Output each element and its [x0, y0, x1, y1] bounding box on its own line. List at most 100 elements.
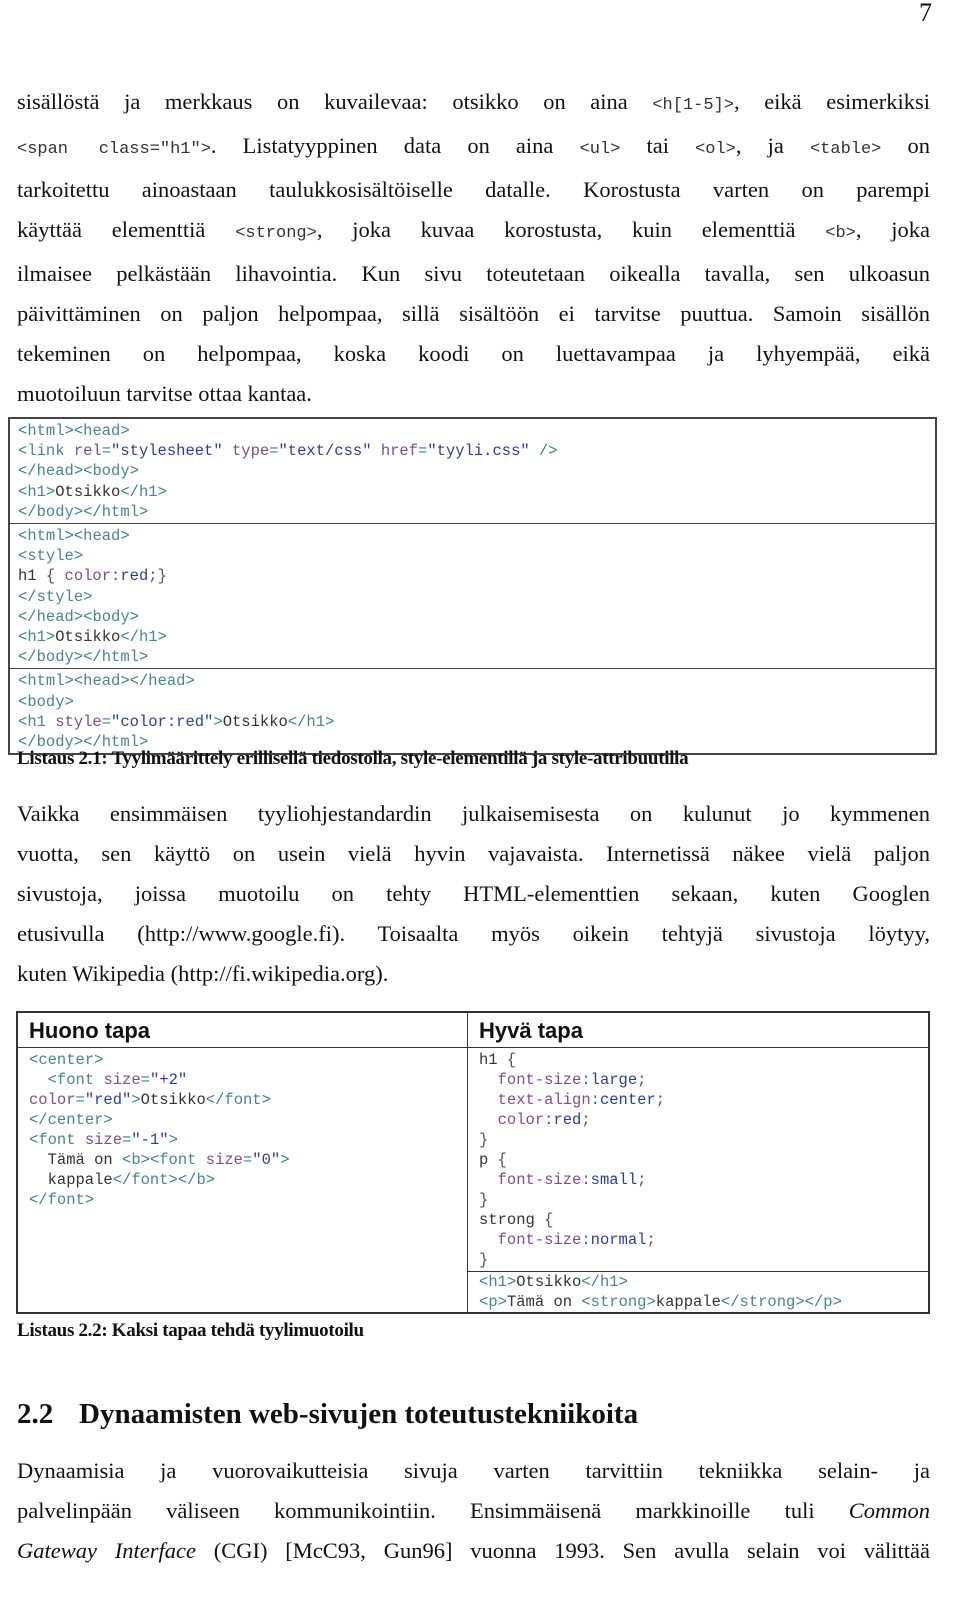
code-token-prop: color: [497, 1111, 545, 1129]
code-token-punc: ;: [637, 1171, 647, 1189]
code-token-tag: style: [36, 587, 84, 606]
section-heading: 2.2 Dynaamisten web-sivujen toteutustekni…: [17, 1394, 638, 1434]
code-token-br: <: [479, 1293, 489, 1311]
code-token-val: "color:red": [111, 712, 214, 731]
code-token-br: ><: [64, 672, 84, 691]
code-line: p {: [479, 1150, 928, 1170]
code-token-tag: strong: [590, 1293, 647, 1311]
code-line: <html><head>: [18, 526, 935, 546]
code-token-br: </: [18, 587, 37, 606]
text-run: on: [881, 133, 931, 158]
text-line: Vaikka ensimmäisen tyyliohjestandardin j…: [17, 794, 930, 834]
code-token-br: =: [242, 1151, 253, 1169]
code-token-br: <: [479, 1273, 489, 1291]
text-run: , joka: [855, 217, 930, 242]
code-line: color:red;: [479, 1110, 928, 1130]
code-token-br: >: [45, 628, 56, 647]
code-token-br: <: [29, 1051, 39, 1069]
code-line: <p>Tämä on <strong>kappale</strong></p>: [479, 1292, 928, 1312]
code-token-br: >: [120, 422, 130, 440]
code-token-br: >: [497, 1293, 507, 1311]
code-line: font-size:large;: [479, 1070, 928, 1090]
code-token-punc: ;}: [148, 567, 167, 586]
code-line: }: [479, 1250, 928, 1270]
code-token-tag: font: [224, 1091, 262, 1109]
code-token-br: </: [18, 462, 37, 481]
text-run: tai: [620, 133, 696, 158]
code-token-tag: h1: [138, 628, 158, 647]
code-token-br: >: [138, 648, 149, 667]
code-token-val: normal: [590, 1231, 647, 1249]
code-line: <h1 style="color:red">Otsikko</h1>: [18, 712, 935, 732]
code-line: <h1>Otsikko</h1>: [18, 627, 935, 647]
code-token-br: >: [84, 1191, 95, 1209]
text-run: käyttää elementtiä: [17, 217, 236, 242]
code-token-br: ><: [73, 462, 93, 481]
good-way-column: Hyvä tapa h1 { font-size:large; text-ali…: [468, 1013, 928, 1312]
code-token-val: "text/css": [278, 442, 381, 461]
code-token-attr: style: [55, 712, 102, 731]
code-token-txt: Otsikko: [222, 712, 288, 731]
code-line: </body></html>: [18, 647, 935, 667]
code-line: </body></html>: [18, 502, 935, 522]
text-run: (CGI) [McC93, Gun96] vuonna 1993. Sen av…: [195, 1538, 930, 1563]
code-token-tag: head: [83, 527, 121, 546]
code-token-br: </: [112, 1171, 132, 1189]
code-token-val: "-1": [131, 1131, 169, 1149]
code-token-tag: center: [38, 1051, 95, 1069]
code-token-br: >: [168, 1131, 178, 1149]
good-way-title: Hyvä tapa: [468, 1013, 928, 1048]
code-token-tag: head: [36, 462, 74, 481]
code-token-tag: h1: [27, 712, 56, 731]
code-token-val: center: [599, 1091, 656, 1109]
code-token-val: "red": [84, 1091, 132, 1109]
inline-code: <ol>: [695, 140, 736, 159]
code-token-txt: kappale: [655, 1293, 721, 1311]
code-token-val: "tyyli.css": [427, 442, 539, 461]
code-token-br: =: [269, 442, 279, 461]
code-token-br: ></: [120, 672, 149, 691]
code-token-punc: }: [479, 1191, 489, 1209]
code-token-txt: kappale: [29, 1171, 113, 1189]
code-token-val: red: [553, 1111, 582, 1129]
code-token-br: >: [45, 482, 56, 501]
code-token-tag: h1: [306, 712, 326, 731]
text-line: päivittäminen on paljon helpompaa, sillä…: [17, 294, 930, 334]
code-token-val: "stylesheet": [111, 442, 232, 461]
listing-2-1-code-box: <html><head> <link rel="stylesheet" type=…: [8, 417, 937, 756]
code-token-br: </: [287, 712, 307, 731]
code-token-br: ></: [168, 1171, 197, 1189]
code-token-prop: font-size: [497, 1231, 582, 1249]
code-token-tag: font: [38, 1131, 85, 1149]
text-run: etusivulla (http://www.google.fi). Toisa…: [17, 921, 930, 946]
code-token-tag: html: [101, 502, 139, 521]
code-line: }: [479, 1190, 928, 1210]
text-line: etusivulla (http://www.google.fi). Toisa…: [17, 914, 930, 954]
code-section-external-stylesheet: <html><head> <link rel="stylesheet" type=…: [10, 419, 935, 523]
code-line: <font size="-1">: [29, 1130, 467, 1150]
code-token-sel: h1: [479, 1051, 507, 1069]
code-token-punc: }: [479, 1251, 489, 1269]
code-token-br: ><: [64, 527, 84, 546]
code-line: <link rel="stylesheet" type="text/css" h…: [18, 441, 935, 461]
code-token-br: <: [18, 672, 28, 691]
code-token-tag: font: [131, 1171, 169, 1189]
code-token-attr: size: [205, 1151, 243, 1169]
code-token-br: ></: [73, 502, 102, 521]
text-run: . Listatyyppinen data on aina: [210, 133, 580, 158]
code-token-br: </: [120, 628, 139, 647]
text-run: päivittäminen on paljon helpompaa, sillä…: [17, 301, 930, 326]
text-run: tarkoitettu ainoastaan taulukkosisältöis…: [17, 177, 930, 202]
code-token-tag: body: [92, 607, 130, 626]
code-token-punc: ;: [655, 1091, 666, 1109]
code-token-txt: Tämä on: [506, 1293, 582, 1311]
code-token-tag: h1: [27, 482, 46, 501]
code-line: text-align:center;: [479, 1090, 928, 1110]
listing-2-2-caption: Listaus 2.2: Kaksi tapaa tehdä tyylimuot…: [17, 1320, 364, 1341]
code-token-punc: :: [111, 567, 121, 586]
code-token-br: >: [103, 1111, 113, 1129]
code-token-tag: html: [27, 672, 65, 691]
